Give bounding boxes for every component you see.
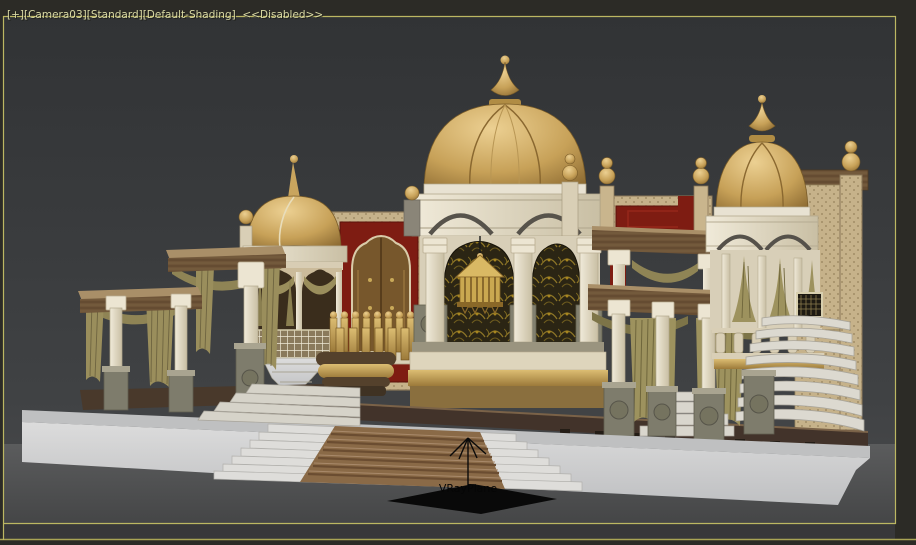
viewport-label[interactable]: [+][Camera03][Standard][Default-Shading]… — [7, 9, 323, 21]
stone-pedestals — [602, 382, 726, 441]
carved-arch-panel — [531, 243, 581, 345]
stone-pedestals — [742, 370, 776, 435]
viewport-canvas[interactable] — [0, 0, 916, 545]
vrayplane-label[interactable]: VRayPlane — [420, 482, 516, 495]
max-viewport-window: [+][Camera03][Standard][Default-Shading]… — [0, 0, 916, 545]
